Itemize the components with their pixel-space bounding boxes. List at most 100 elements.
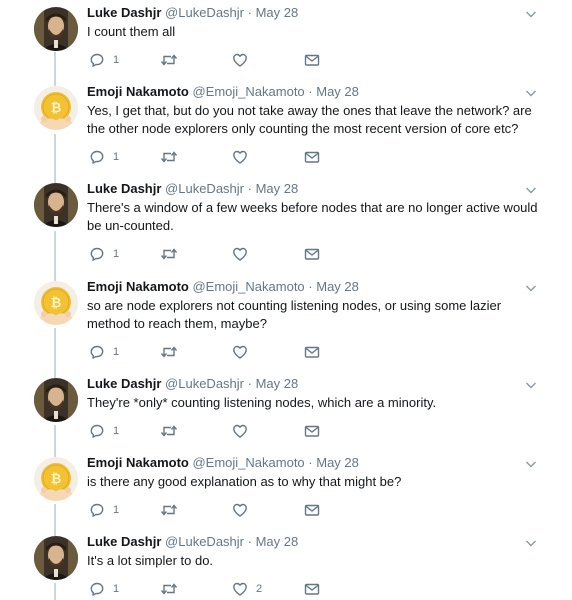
like-button[interactable] [232, 245, 256, 263]
retweet-icon[interactable] [160, 423, 178, 439]
avatar[interactable] [34, 378, 78, 422]
like-button[interactable] [232, 422, 256, 440]
heart-icon[interactable] [232, 502, 248, 518]
reply-icon[interactable] [89, 502, 105, 518]
tweet-date[interactable]: May 28 [316, 279, 359, 294]
envelope-icon[interactable] [304, 423, 320, 439]
retweet-button[interactable] [160, 51, 178, 69]
chevron-down-icon[interactable] [525, 7, 537, 19]
heart-icon[interactable] [232, 581, 248, 597]
reply-button[interactable]: 1 [89, 51, 119, 69]
chevron-down-icon[interactable] [525, 86, 537, 98]
direct-message-button[interactable] [304, 245, 320, 263]
chevron-down-icon[interactable] [525, 378, 537, 390]
user-handle[interactable]: @LukeDashjr [165, 534, 244, 549]
avatar[interactable] [34, 7, 78, 51]
reply-button[interactable]: 1 [89, 245, 119, 263]
display-name[interactable]: Emoji Nakamoto [87, 84, 189, 99]
tweet-date[interactable]: May 28 [256, 534, 299, 549]
display-name[interactable]: Emoji Nakamoto [87, 455, 189, 470]
direct-message-button[interactable] [304, 343, 320, 361]
envelope-icon[interactable] [304, 502, 320, 518]
envelope-icon[interactable] [304, 149, 320, 165]
direct-message-button[interactable] [304, 580, 320, 598]
heart-icon[interactable] [232, 246, 248, 262]
like-button[interactable]: 2 [232, 580, 262, 598]
reply-icon[interactable] [89, 52, 105, 68]
like-button[interactable] [232, 343, 256, 361]
reply-icon[interactable] [89, 581, 105, 597]
direct-message-button[interactable] [304, 148, 320, 166]
display-name[interactable]: Emoji Nakamoto [87, 279, 189, 294]
tweet-text: They're *only* counting listening nodes,… [87, 395, 437, 410]
tweet-date[interactable]: May 28 [256, 181, 299, 196]
envelope-icon[interactable] [304, 246, 320, 262]
display-name[interactable]: Luke Dashjr [87, 181, 161, 196]
user-handle[interactable]: @LukeDashjr [165, 5, 244, 20]
user-handle[interactable]: @Emoji_Nakamoto [192, 455, 304, 470]
tweet[interactable]: ₿ Emoji Nakamoto @Emoji_Nakamoto · May 28… [0, 84, 572, 166]
tweet-date[interactable]: May 28 [316, 84, 359, 99]
chevron-down-icon[interactable] [525, 536, 537, 548]
retweet-button[interactable] [160, 580, 178, 598]
avatar[interactable]: ₿ [34, 281, 78, 325]
user-handle[interactable]: @LukeDashjr [165, 376, 244, 391]
reply-button[interactable]: 1 [89, 501, 119, 519]
chevron-down-icon[interactable] [525, 281, 537, 293]
like-button[interactable] [232, 148, 256, 166]
tweet[interactable]: ₿ Emoji Nakamoto @Emoji_Nakamoto · May 28… [0, 279, 572, 361]
user-handle[interactable]: @LukeDashjr [165, 181, 244, 196]
direct-message-button[interactable] [304, 501, 320, 519]
retweet-icon[interactable] [160, 246, 178, 262]
avatar[interactable] [34, 536, 78, 580]
display-name[interactable]: Luke Dashjr [87, 5, 161, 20]
heart-icon[interactable] [232, 423, 248, 439]
chevron-down-icon[interactable] [525, 183, 537, 195]
tweet[interactable]: Luke Dashjr @LukeDashjr · May 28 It's a l… [0, 534, 572, 598]
heart-icon[interactable] [232, 149, 248, 165]
retweet-icon[interactable] [160, 581, 178, 597]
reply-icon[interactable] [89, 423, 105, 439]
retweet-icon[interactable] [160, 502, 178, 518]
envelope-icon[interactable] [304, 344, 320, 360]
chevron-down-icon[interactable] [525, 457, 537, 469]
avatar[interactable]: ₿ [34, 457, 78, 501]
direct-message-button[interactable] [304, 51, 320, 69]
envelope-icon[interactable] [304, 52, 320, 68]
tweet-date[interactable]: May 28 [256, 376, 299, 391]
heart-icon[interactable] [232, 52, 248, 68]
tweet[interactable]: Luke Dashjr @LukeDashjr · May 28 They're … [0, 376, 572, 440]
like-button[interactable] [232, 51, 256, 69]
retweet-button[interactable] [160, 501, 178, 519]
like-button[interactable] [232, 501, 256, 519]
display-name[interactable]: Luke Dashjr [87, 376, 161, 391]
retweet-button[interactable] [160, 245, 178, 263]
reply-button[interactable]: 1 [89, 148, 119, 166]
display-name[interactable]: Luke Dashjr [87, 534, 161, 549]
tweet[interactable]: Luke Dashjr @LukeDashjr · May 28 There's … [0, 181, 572, 263]
reply-icon[interactable] [89, 246, 105, 262]
retweet-icon[interactable] [160, 344, 178, 360]
heart-icon[interactable] [232, 344, 248, 360]
reply-icon[interactable] [89, 149, 105, 165]
reply-icon[interactable] [89, 344, 105, 360]
retweet-icon[interactable] [160, 52, 178, 68]
tweet-date[interactable]: May 28 [256, 5, 299, 20]
tweet-date[interactable]: May 28 [316, 455, 359, 470]
retweet-button[interactable] [160, 148, 178, 166]
reply-button[interactable]: 1 [89, 343, 119, 361]
retweet-button[interactable] [160, 422, 178, 440]
user-handle[interactable]: @Emoji_Nakamoto [192, 279, 304, 294]
avatar[interactable] [34, 183, 78, 227]
tweet[interactable]: ₿ Emoji Nakamoto @Emoji_Nakamoto · May 28… [0, 455, 572, 519]
avatar[interactable]: ₿ [34, 86, 78, 130]
direct-message-button[interactable] [304, 422, 320, 440]
reply-button[interactable]: 1 [89, 422, 119, 440]
separator-dot: · [304, 279, 317, 294]
retweet-button[interactable] [160, 343, 178, 361]
tweet[interactable]: Luke Dashjr @LukeDashjr · May 28 I count … [0, 5, 572, 69]
user-handle[interactable]: @Emoji_Nakamoto [192, 84, 304, 99]
reply-button[interactable]: 1 [89, 580, 119, 598]
envelope-icon[interactable] [304, 581, 320, 597]
retweet-icon[interactable] [160, 149, 178, 165]
